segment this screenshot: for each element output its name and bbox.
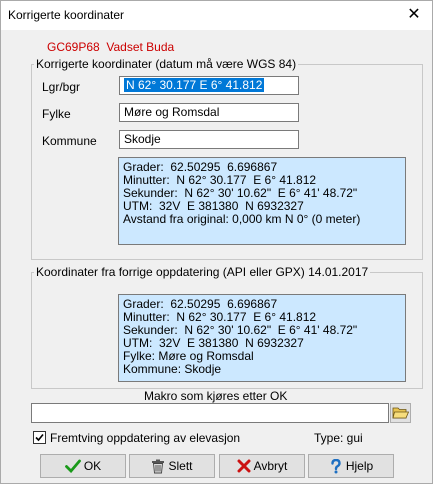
dialog-window: Korrigerte koordinater ✕ GC69P68 Vadset … [0, 0, 433, 484]
previous-coordinates-legend: Koordinater fra forrige oppdatering (API… [34, 265, 371, 279]
x-icon [237, 459, 251, 473]
cache-title: GC69P68 Vadset Buda [47, 40, 174, 54]
lgr-input[interactable]: N 62° 30.177 E 6° 41.812 [119, 76, 299, 95]
macro-input[interactable] [31, 403, 389, 423]
info-line: Kommune: Skodje [123, 362, 222, 376]
ok-button[interactable]: OK [40, 454, 126, 478]
info-line: Avstand fra original: 0,000 km N 0° (0 m… [123, 212, 361, 226]
lgr-label: Lgr/bgr [42, 80, 81, 94]
folder-open-icon [392, 407, 410, 419]
fylke-label: Fylke [42, 107, 71, 121]
force-elevation-checkbox[interactable] [33, 431, 46, 444]
title-bar: Korrigerte koordinater ✕ [1, 1, 432, 30]
corrected-coordinates-legend: Korrigerte koordinater (datum må være WG… [34, 57, 299, 71]
delete-label: Slett [168, 459, 193, 473]
close-icon[interactable]: ✕ [403, 5, 425, 25]
help-label: Hjelp [345, 459, 374, 473]
cache-code: GC69P68 [47, 40, 100, 54]
delete-button[interactable]: Slett [129, 454, 215, 478]
type-label: Type: gui [314, 431, 363, 445]
lgr-value: N 62° 30.177 E 6° 41.812 [124, 78, 265, 92]
fylke-input[interactable]: Møre og Romsdal [119, 103, 299, 122]
kommune-input[interactable]: Skodje [119, 130, 299, 149]
cancel-label: Avbryt [253, 459, 288, 473]
checkmark-icon [35, 433, 44, 442]
force-elevation-label[interactable]: Fremtving oppdatering av elevasjon [50, 431, 240, 445]
corrected-info-box: Grader: 62.50295 6.696867 Minutter: N 62… [118, 157, 406, 245]
cancel-button[interactable]: Avbryt [219, 454, 305, 478]
kommune-label: Kommune [42, 134, 97, 148]
help-button[interactable]: Hjelp [308, 454, 394, 478]
trash-icon [152, 459, 165, 473]
window-title: Korrigerte koordinater [8, 8, 125, 22]
question-icon [331, 458, 341, 473]
macro-label: Makro som kjøres etter OK [144, 389, 288, 403]
previous-info-box: Grader: 62.50295 6.696867 Minutter: N 62… [118, 294, 406, 382]
ok-label: OK [83, 459, 102, 473]
cache-name: Vadset Buda [106, 40, 175, 54]
check-icon [64, 459, 81, 473]
folder-open-button[interactable] [390, 403, 411, 423]
